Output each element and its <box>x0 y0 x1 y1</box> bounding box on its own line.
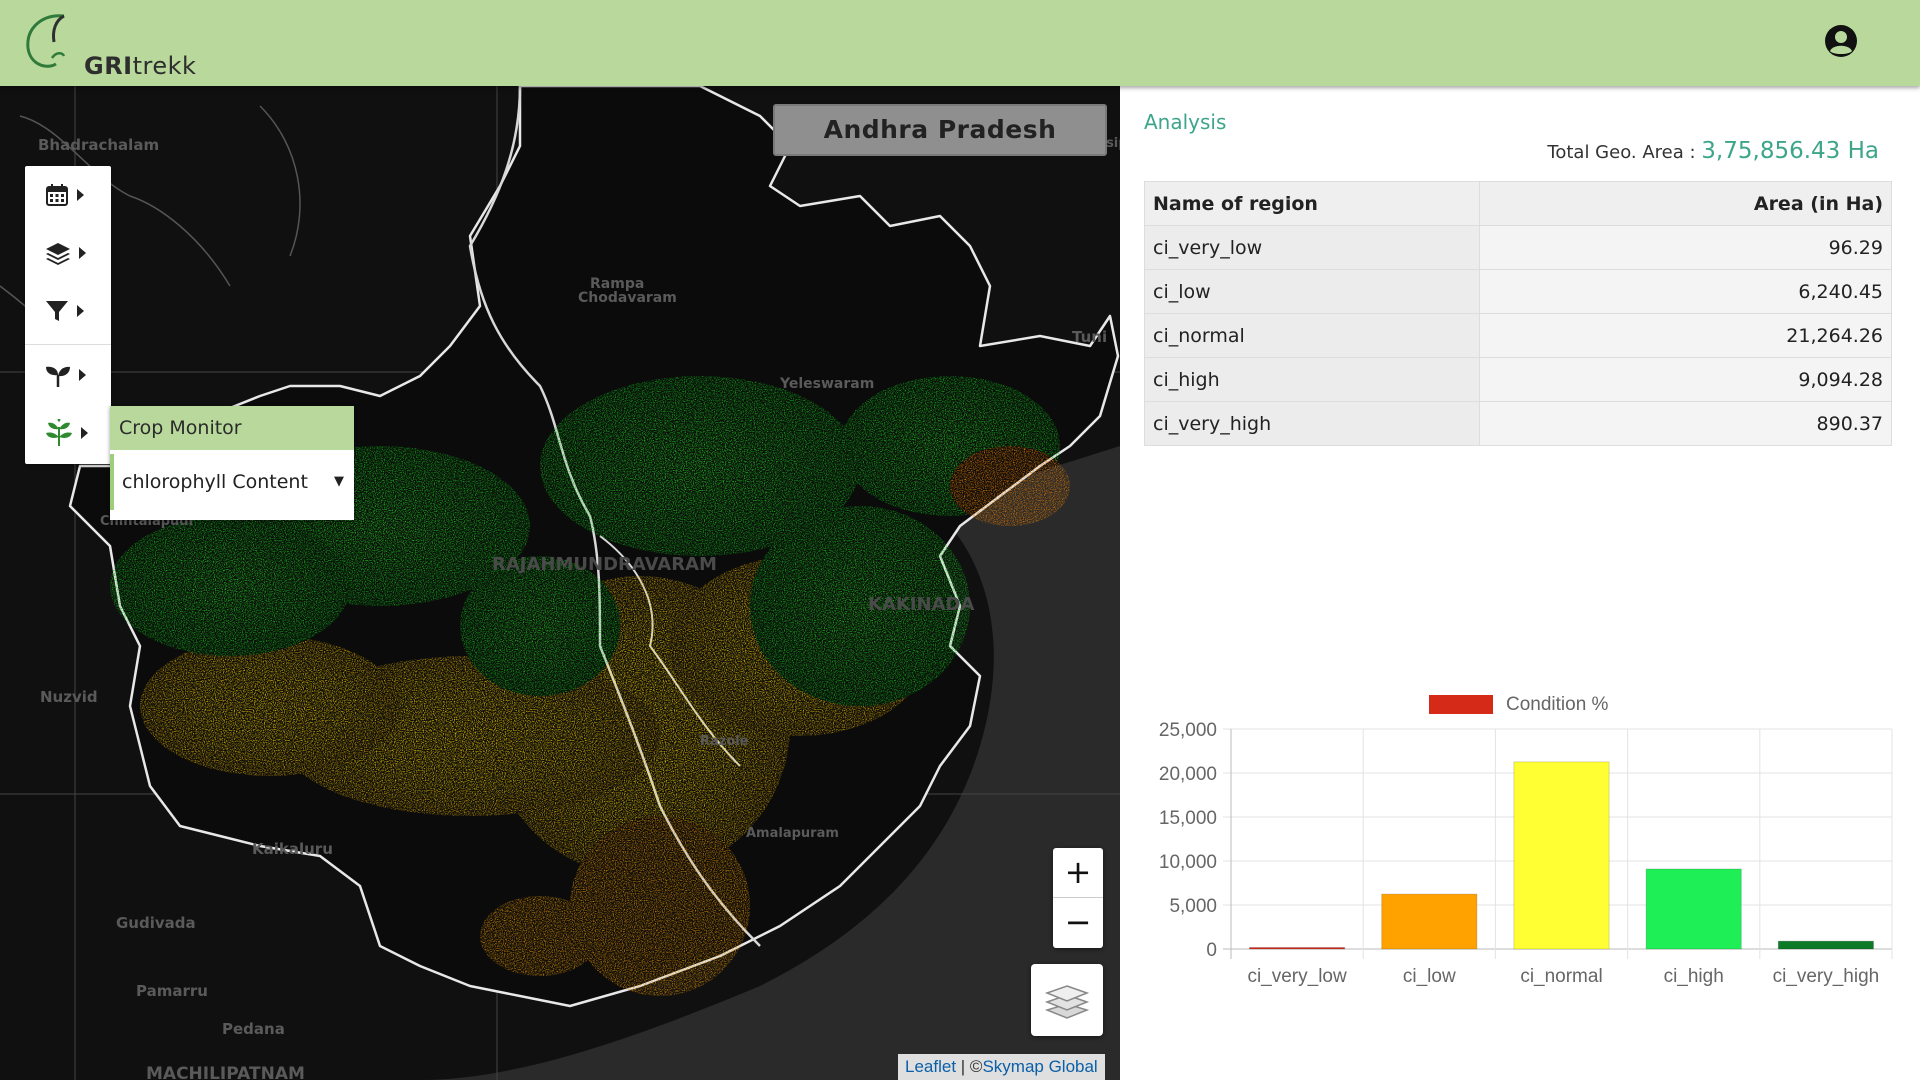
toolbar-divider <box>25 344 111 345</box>
y-tick-label: 25,000 <box>1159 720 1217 741</box>
total-area-value: 3,75,856.43 Ha <box>1701 138 1879 164</box>
map-place-label: Bhadrachalam <box>38 136 160 154</box>
chart-bar-ci-very-low[interactable] <box>1249 947 1346 950</box>
y-tick-label: 10,000 <box>1159 852 1217 873</box>
sprout-icon <box>46 366 70 387</box>
y-tick-label: 20,000 <box>1159 764 1217 785</box>
map-attribution: Leaflet | ©Skymap Global <box>898 1054 1105 1080</box>
chevron-right-icon <box>77 305 84 317</box>
map-place-label: MACHILIPATNAM <box>146 1064 305 1080</box>
crop-monitor-title: Crop Monitor <box>110 406 354 450</box>
column-header-region: Name of region <box>1144 181 1480 226</box>
x-tick-label: ci_normal <box>1520 966 1602 987</box>
filter-icon <box>46 301 68 321</box>
legend-swatch[interactable] <box>1429 695 1493 714</box>
y-tick-label: 15,000 <box>1159 808 1217 829</box>
leaflet-link[interactable]: Leaflet <box>905 1057 956 1076</box>
chart-bar-ci-low[interactable] <box>1381 893 1478 950</box>
area-value-cell: 96.29 <box>1479 225 1892 270</box>
region-name-cell: ci_low <box>1144 269 1480 314</box>
date-tool-button[interactable] <box>25 166 111 224</box>
agritrekk-logo[interactable]: GRItrekk <box>22 12 196 80</box>
stacked-layers-icon <box>1045 985 1089 1019</box>
y-tick-label: 5,000 <box>1169 896 1217 917</box>
area-value-cell: 9,094.28 <box>1479 357 1892 402</box>
total-geo-area: Total Geo. Area : 3,75,856.43 Ha <box>1547 138 1879 164</box>
map-place-label: Kaikaluru <box>252 840 333 858</box>
chevron-right-icon <box>79 247 86 259</box>
area-value-cell: 890.37 <box>1479 401 1892 446</box>
map-toolbar <box>25 166 111 464</box>
table-row: ci_high 9,094.28 <box>1144 357 1892 402</box>
legend-label[interactable]: Condition % <box>1506 694 1609 715</box>
map-view[interactable]: Bhadrachalam Rampa Chodavaram Yeleswaram… <box>0 86 1120 1080</box>
crop-leaf-icon <box>46 419 72 446</box>
analysis-panel: Analysis Total Geo. Area : 3,75,856.43 H… <box>1120 86 1920 1080</box>
table-header-row: Name of region Area (in Ha) <box>1144 181 1892 226</box>
app-header: GRItrekk <box>0 0 1920 86</box>
x-tick-label: ci_very_high <box>1773 966 1880 987</box>
chart-bar-ci-normal[interactable] <box>1513 761 1610 950</box>
x-tick-label: ci_low <box>1403 966 1456 987</box>
total-area-label: Total Geo. Area : <box>1547 142 1696 163</box>
region-name-cell: ci_very_high <box>1144 401 1480 446</box>
layers-icon <box>46 243 70 265</box>
map-place-label: RAJAHMUNDRAVARAM <box>492 554 717 575</box>
map-place-label: Nuzvid <box>40 688 98 706</box>
crop-type-tool-button[interactable] <box>25 346 111 404</box>
calendar-icon <box>46 184 68 206</box>
zoom-out-button[interactable]: − <box>1053 898 1103 947</box>
zoom-control: + − <box>1053 848 1103 948</box>
filter-tool-button[interactable] <box>25 282 111 340</box>
map-place-label: Tuni <box>1072 328 1108 346</box>
map-place-label: Pamarru <box>136 982 208 1000</box>
table-row: ci_normal 21,264.26 <box>1144 313 1892 358</box>
crop-monitor-panel: Crop Monitor chlorophyll Content ▼ <box>110 406 354 520</box>
skymap-link[interactable]: Skymap Global <box>982 1057 1097 1076</box>
chart-bars <box>1249 761 1874 950</box>
layers-tool-button[interactable] <box>25 224 111 282</box>
map-place-label: Chodavaram <box>578 290 677 306</box>
crop-parameter-select[interactable]: chlorophyll Content ▼ <box>110 454 354 510</box>
table-row: ci_low 6,240.45 <box>1144 269 1892 314</box>
column-header-area: Area (in Ha) <box>1479 181 1892 226</box>
area-table: Name of region Area (in Ha) ci_very_low 9… <box>1144 181 1892 446</box>
logo-text: GRItrekk <box>84 52 197 80</box>
map-place-label: Yeleswaram <box>780 376 875 392</box>
map-place-label: Gudivada <box>116 914 196 932</box>
area-value-cell: 21,264.26 <box>1479 313 1892 358</box>
basemap-layers-button[interactable] <box>1031 964 1103 1036</box>
area-value-cell: 6,240.45 <box>1479 269 1892 314</box>
map-place-label: KAKINADA <box>868 594 975 615</box>
region-name-cell: ci_high <box>1144 357 1480 402</box>
crop-parameter-value: chlorophyll Content <box>122 471 308 493</box>
dropdown-arrow-icon: ▼ <box>334 474 344 489</box>
region-name-cell: ci_very_low <box>1144 225 1480 270</box>
y-tick-label: 0 <box>1206 940 1217 961</box>
chart-bar-ci-high[interactable] <box>1645 868 1742 950</box>
crop-monitor-tool-button[interactable] <box>25 404 111 462</box>
map-place-label: Razole <box>700 734 749 749</box>
x-tick-label: ci_very_low <box>1247 966 1347 987</box>
map-place-label: Pedana <box>222 1020 285 1038</box>
chart-bar-ci-very-high[interactable] <box>1777 940 1874 950</box>
user-account-icon[interactable] <box>1824 24 1858 58</box>
attribution-separator: | © <box>956 1057 983 1076</box>
table-row: ci_very_high 890.37 <box>1144 401 1892 446</box>
region-title-badge: Andhra Pradesh <box>773 104 1107 156</box>
x-tick-label: ci_high <box>1664 966 1724 987</box>
table-row: ci_very_low 96.29 <box>1144 225 1892 270</box>
region-name-cell: ci_normal <box>1144 313 1480 358</box>
chevron-right-icon <box>81 427 88 439</box>
zoom-in-button[interactable]: + <box>1053 848 1103 898</box>
map-place-label: Amalapuram <box>746 826 839 841</box>
chevron-right-icon <box>79 369 86 381</box>
analysis-title: Analysis <box>1144 110 1227 134</box>
condition-bar-chart: 0 5,000 10,000 15,000 20,000 25,000 ci_very_lo… <box>1159 694 1893 987</box>
chevron-right-icon <box>77 189 84 201</box>
